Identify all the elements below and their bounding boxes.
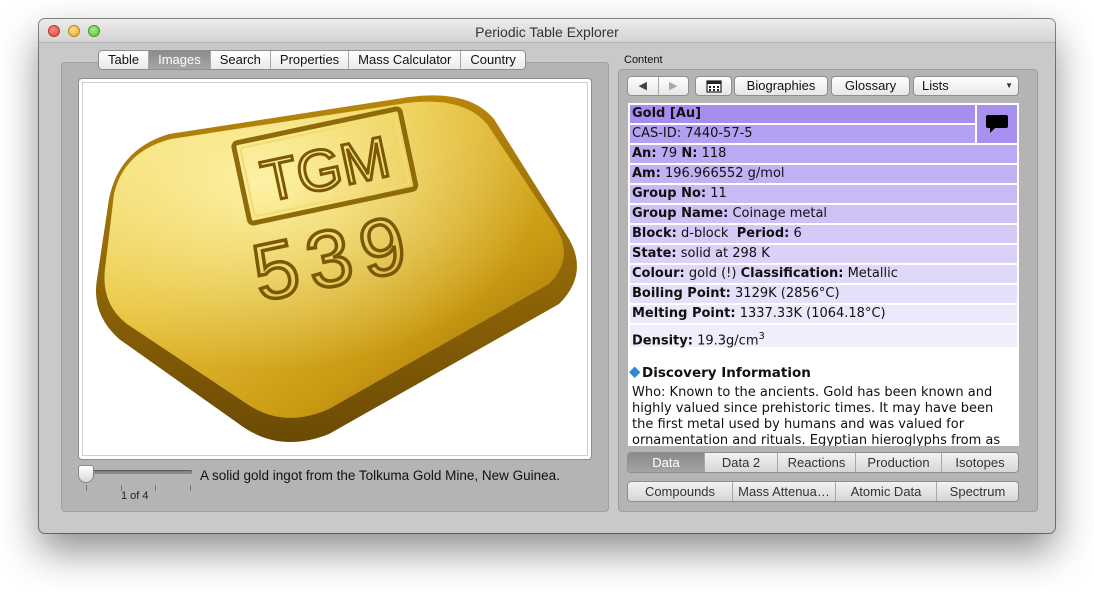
tab-isotopes[interactable]: Isotopes [942, 453, 1018, 472]
window-title: Periodic Table Explorer [475, 24, 619, 40]
colour-row: Colour: gold (!) Classification: Metalli… [630, 265, 1017, 283]
tab-data[interactable]: Data [628, 453, 705, 472]
tab-mass-calculator[interactable]: Mass Calculator [349, 51, 462, 69]
tab-production[interactable]: Production [856, 453, 942, 472]
tab-compounds[interactable]: Compounds [628, 482, 733, 501]
tab-spectrum[interactable]: Spectrum [937, 482, 1018, 501]
chevron-down-icon: ▼ [1005, 81, 1013, 90]
cas-row: CAS-ID: 7440-57-5 [630, 125, 975, 143]
calendar-icon [705, 80, 722, 93]
tab-reactions[interactable]: Reactions [778, 453, 856, 472]
gold-ingot-image: TGM 539 [95, 95, 578, 442]
element-data-view: Gold [Au] CAS-ID: 7440-57-5 An: 79 N: 11… [628, 103, 1019, 446]
tab-images[interactable]: Images [149, 51, 211, 69]
group-name-row: Group Name: Coinage metal [630, 205, 1017, 223]
tab-properties[interactable]: Properties [271, 51, 350, 69]
extra-tab-bar: Compounds Mass Attenua… Atomic Data Spec… [627, 481, 1019, 502]
comment-box[interactable] [977, 105, 1017, 143]
tab-table[interactable]: Table [99, 51, 150, 69]
glossary-button[interactable]: Glossary [831, 76, 910, 96]
image-caption: A solid gold ingot from the Tolkuma Gold… [200, 468, 560, 483]
group-no-row: Group No: 11 [630, 185, 1017, 203]
data-tab-bar: Data Data 2 Reactions Production Isotope… [627, 452, 1019, 473]
melting-point-row: Melting Point: 1337.33K (1064.18°C) [630, 305, 1017, 323]
atomic-number-row: An: 79 N: 118 [630, 145, 1017, 163]
tab-mass-attenuation[interactable]: Mass Attenua… [733, 482, 836, 501]
tab-country[interactable]: Country [461, 51, 525, 69]
element-image-frame: TGM 539 [78, 78, 592, 460]
block-period-row: Block: d-block Period: 6 [630, 225, 1017, 243]
app-window: Periodic Table Explorer Table Images Sea… [39, 19, 1055, 533]
tab-data-2[interactable]: Data 2 [705, 453, 778, 472]
discovery-text: Who: Known to the ancients. Gold has bee… [632, 385, 1001, 446]
content-section-label: Content [624, 54, 663, 66]
biographies-button[interactable]: Biographies [734, 76, 828, 96]
title-bar: Periodic Table Explorer [39, 19, 1055, 43]
history-nav: ◀ ▶ [627, 76, 689, 96]
state-row: State: solid at 298 K [630, 245, 1017, 263]
lists-label: Lists [922, 78, 949, 93]
tab-search[interactable]: Search [211, 51, 271, 69]
boiling-point-row: Boiling Point: 3129K (2856°C) [630, 285, 1017, 303]
image-slider-knob[interactable] [78, 465, 94, 483]
atomic-mass-row: Am: 196.966552 g/mol [630, 165, 1017, 183]
left-tab-bar: Table Images Search Properties Mass Calc… [98, 50, 526, 70]
forward-icon[interactable]: ▶ [659, 77, 689, 95]
lists-popup[interactable]: Lists ▼ [913, 76, 1019, 96]
element-name-row: Gold [Au] [630, 105, 975, 123]
back-icon[interactable]: ◀ [628, 77, 659, 95]
tab-atomic-data[interactable]: Atomic Data [836, 482, 937, 501]
image-slider-track[interactable] [82, 470, 192, 474]
discovery-heading: Discovery Information [629, 365, 811, 381]
image-page-indicator: 1 of 4 [121, 490, 149, 502]
cube-icon [629, 366, 641, 378]
speech-bubble-icon [986, 115, 1008, 133]
density-row: Density: 19.3g/cm3 [630, 325, 1017, 348]
calendar-button[interactable] [695, 76, 732, 96]
